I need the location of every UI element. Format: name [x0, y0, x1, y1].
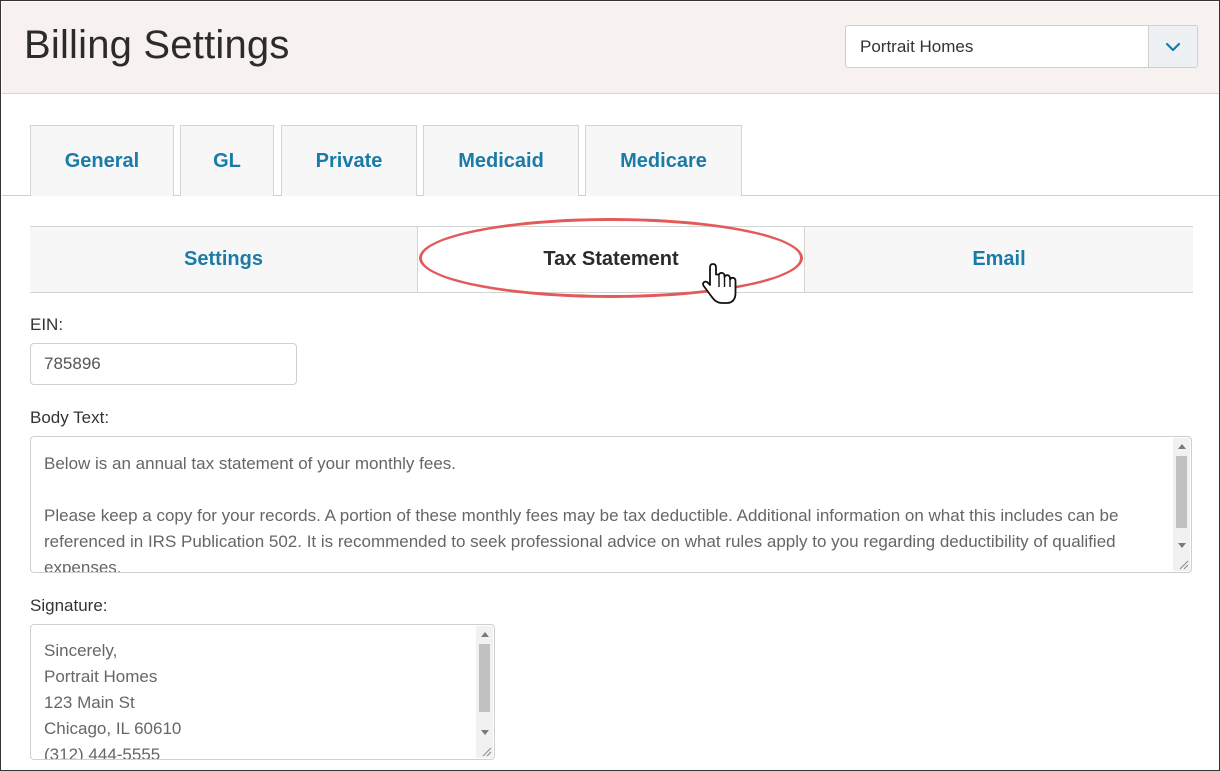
sub-tab-bar: Settings Tax Statement Email [30, 226, 1193, 293]
tab-gl[interactable]: GL [180, 125, 274, 196]
subtab-email[interactable]: Email [804, 227, 1193, 292]
scroll-up-arrow-icon[interactable] [481, 632, 489, 637]
ein-input[interactable]: 785896 [30, 343, 297, 385]
facility-select-toggle[interactable] [1148, 26, 1197, 67]
chevron-down-icon [1165, 42, 1181, 51]
page-header: Billing Settings Portrait Homes [2, 2, 1219, 94]
signature-content: Sincerely, Portrait Homes 123 Main St Ch… [44, 641, 182, 760]
signature-scrollbar[interactable] [476, 626, 493, 758]
page-title: Billing Settings [24, 23, 290, 67]
facility-select[interactable]: Portrait Homes [845, 25, 1198, 68]
scroll-thumb[interactable] [1176, 456, 1187, 528]
tab-medicaid[interactable]: Medicaid [423, 125, 579, 196]
subtab-settings[interactable]: Settings [30, 227, 417, 292]
hand-pointer-icon [702, 263, 737, 304]
facility-select-value: Portrait Homes [860, 36, 974, 56]
body-text-textarea[interactable]: Below is an annual tax statement of your… [30, 436, 1192, 573]
resize-grip-icon[interactable] [1179, 560, 1189, 570]
scroll-down-arrow-icon[interactable] [1178, 543, 1186, 548]
app-window: Billing Settings Portrait Homes General … [0, 0, 1220, 771]
body-text-content: Below is an annual tax statement of your… [44, 454, 1119, 573]
body-text-label: Body Text: [30, 408, 110, 427]
tab-private[interactable]: Private [281, 125, 417, 196]
signature-label: Signature: [30, 596, 108, 615]
tab-medicare[interactable]: Medicare [585, 125, 742, 196]
tab-general[interactable]: General [30, 125, 174, 196]
subtab-tax-statement[interactable]: Tax Statement [417, 227, 804, 292]
scroll-thumb[interactable] [479, 644, 490, 712]
top-tab-bar: General GL Private Medicaid Medicare [2, 94, 1219, 196]
scroll-up-arrow-icon[interactable] [1178, 444, 1186, 449]
resize-grip-icon[interactable] [482, 747, 492, 757]
body-text-scrollbar[interactable] [1173, 438, 1190, 571]
signature-textarea[interactable]: Sincerely, Portrait Homes 123 Main St Ch… [30, 624, 495, 760]
scroll-down-arrow-icon[interactable] [481, 730, 489, 735]
ein-label: EIN: [30, 315, 64, 334]
